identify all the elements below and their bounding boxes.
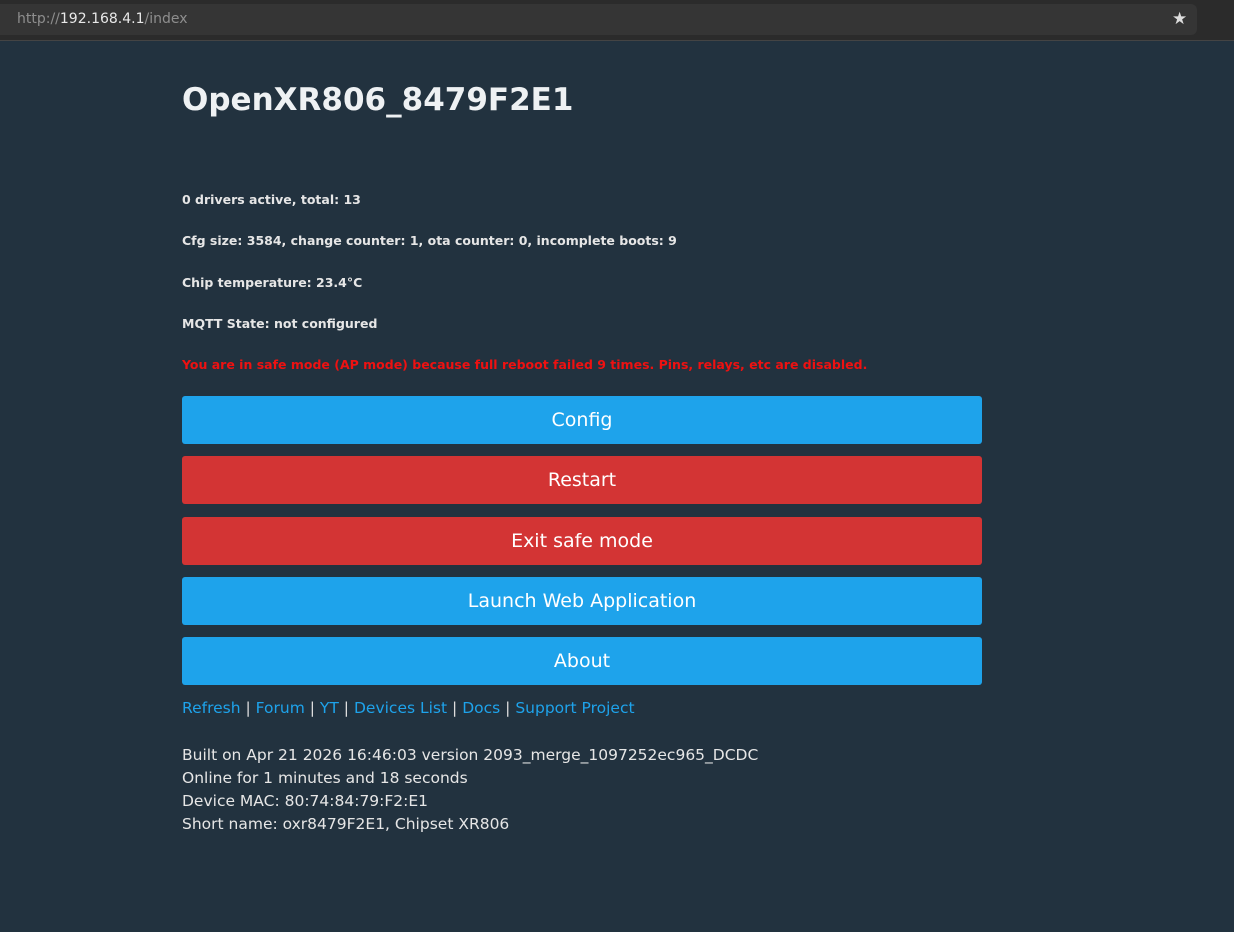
url-text[interactable]: http://192.168.4.1/index	[17, 11, 188, 27]
devices-list-link[interactable]: Devices List	[354, 699, 447, 717]
separator: |	[245, 699, 251, 717]
url-host: 192.168.4.1	[59, 11, 145, 27]
exit-safe-mode-button[interactable]: Exit safe mode	[182, 517, 982, 565]
separator: |	[452, 699, 458, 717]
docs-link[interactable]: Docs	[462, 699, 500, 717]
restart-button[interactable]: Restart	[182, 456, 982, 504]
url-path: /index	[144, 11, 188, 27]
build-info: Built on Apr 21 2026 16:46:03 version 20…	[182, 744, 758, 836]
separator: |	[309, 699, 315, 717]
support-project-link[interactable]: Support Project	[515, 699, 634, 717]
mqtt-info: MQTT State: not configured	[182, 316, 378, 331]
drivers-info: 0 drivers active, total: 13	[182, 192, 361, 207]
device-mac: Device MAC: 80:74:84:79:F2:E1	[182, 792, 429, 810]
build-version: Built on Apr 21 2026 16:46:03 version 20…	[182, 746, 759, 764]
short-name: Short name: oxr8479F2E1, Chipset XR806	[182, 815, 510, 833]
launch-web-app-button[interactable]: Launch Web Application	[182, 577, 982, 625]
uptime: Online for 1 minutes and 18 seconds	[182, 769, 468, 787]
footer-links: Refresh | Forum | YT | Devices List | Do…	[182, 699, 635, 717]
separator: |	[343, 699, 350, 717]
bookmark-star-icon[interactable]: ★	[1172, 9, 1187, 29]
yt-link[interactable]: YT	[320, 699, 339, 717]
separator: |	[505, 699, 511, 717]
about-button[interactable]: About	[182, 637, 982, 685]
config-button[interactable]: Config	[182, 396, 982, 444]
cfg-info: Cfg size: 3584, change counter: 1, ota c…	[182, 233, 677, 248]
page-title: OpenXR806_8479F2E1	[182, 82, 574, 118]
browser-toolbar: http://192.168.4.1/index ★	[0, 0, 1234, 41]
forum-link[interactable]: Forum	[256, 699, 305, 717]
refresh-link[interactable]: Refresh	[182, 699, 241, 717]
url-scheme: http://	[17, 11, 60, 27]
temperature-info: Chip temperature: 23.4°C	[182, 275, 363, 290]
safe-mode-warning: You are in safe mode (AP mode) because f…	[182, 357, 868, 372]
